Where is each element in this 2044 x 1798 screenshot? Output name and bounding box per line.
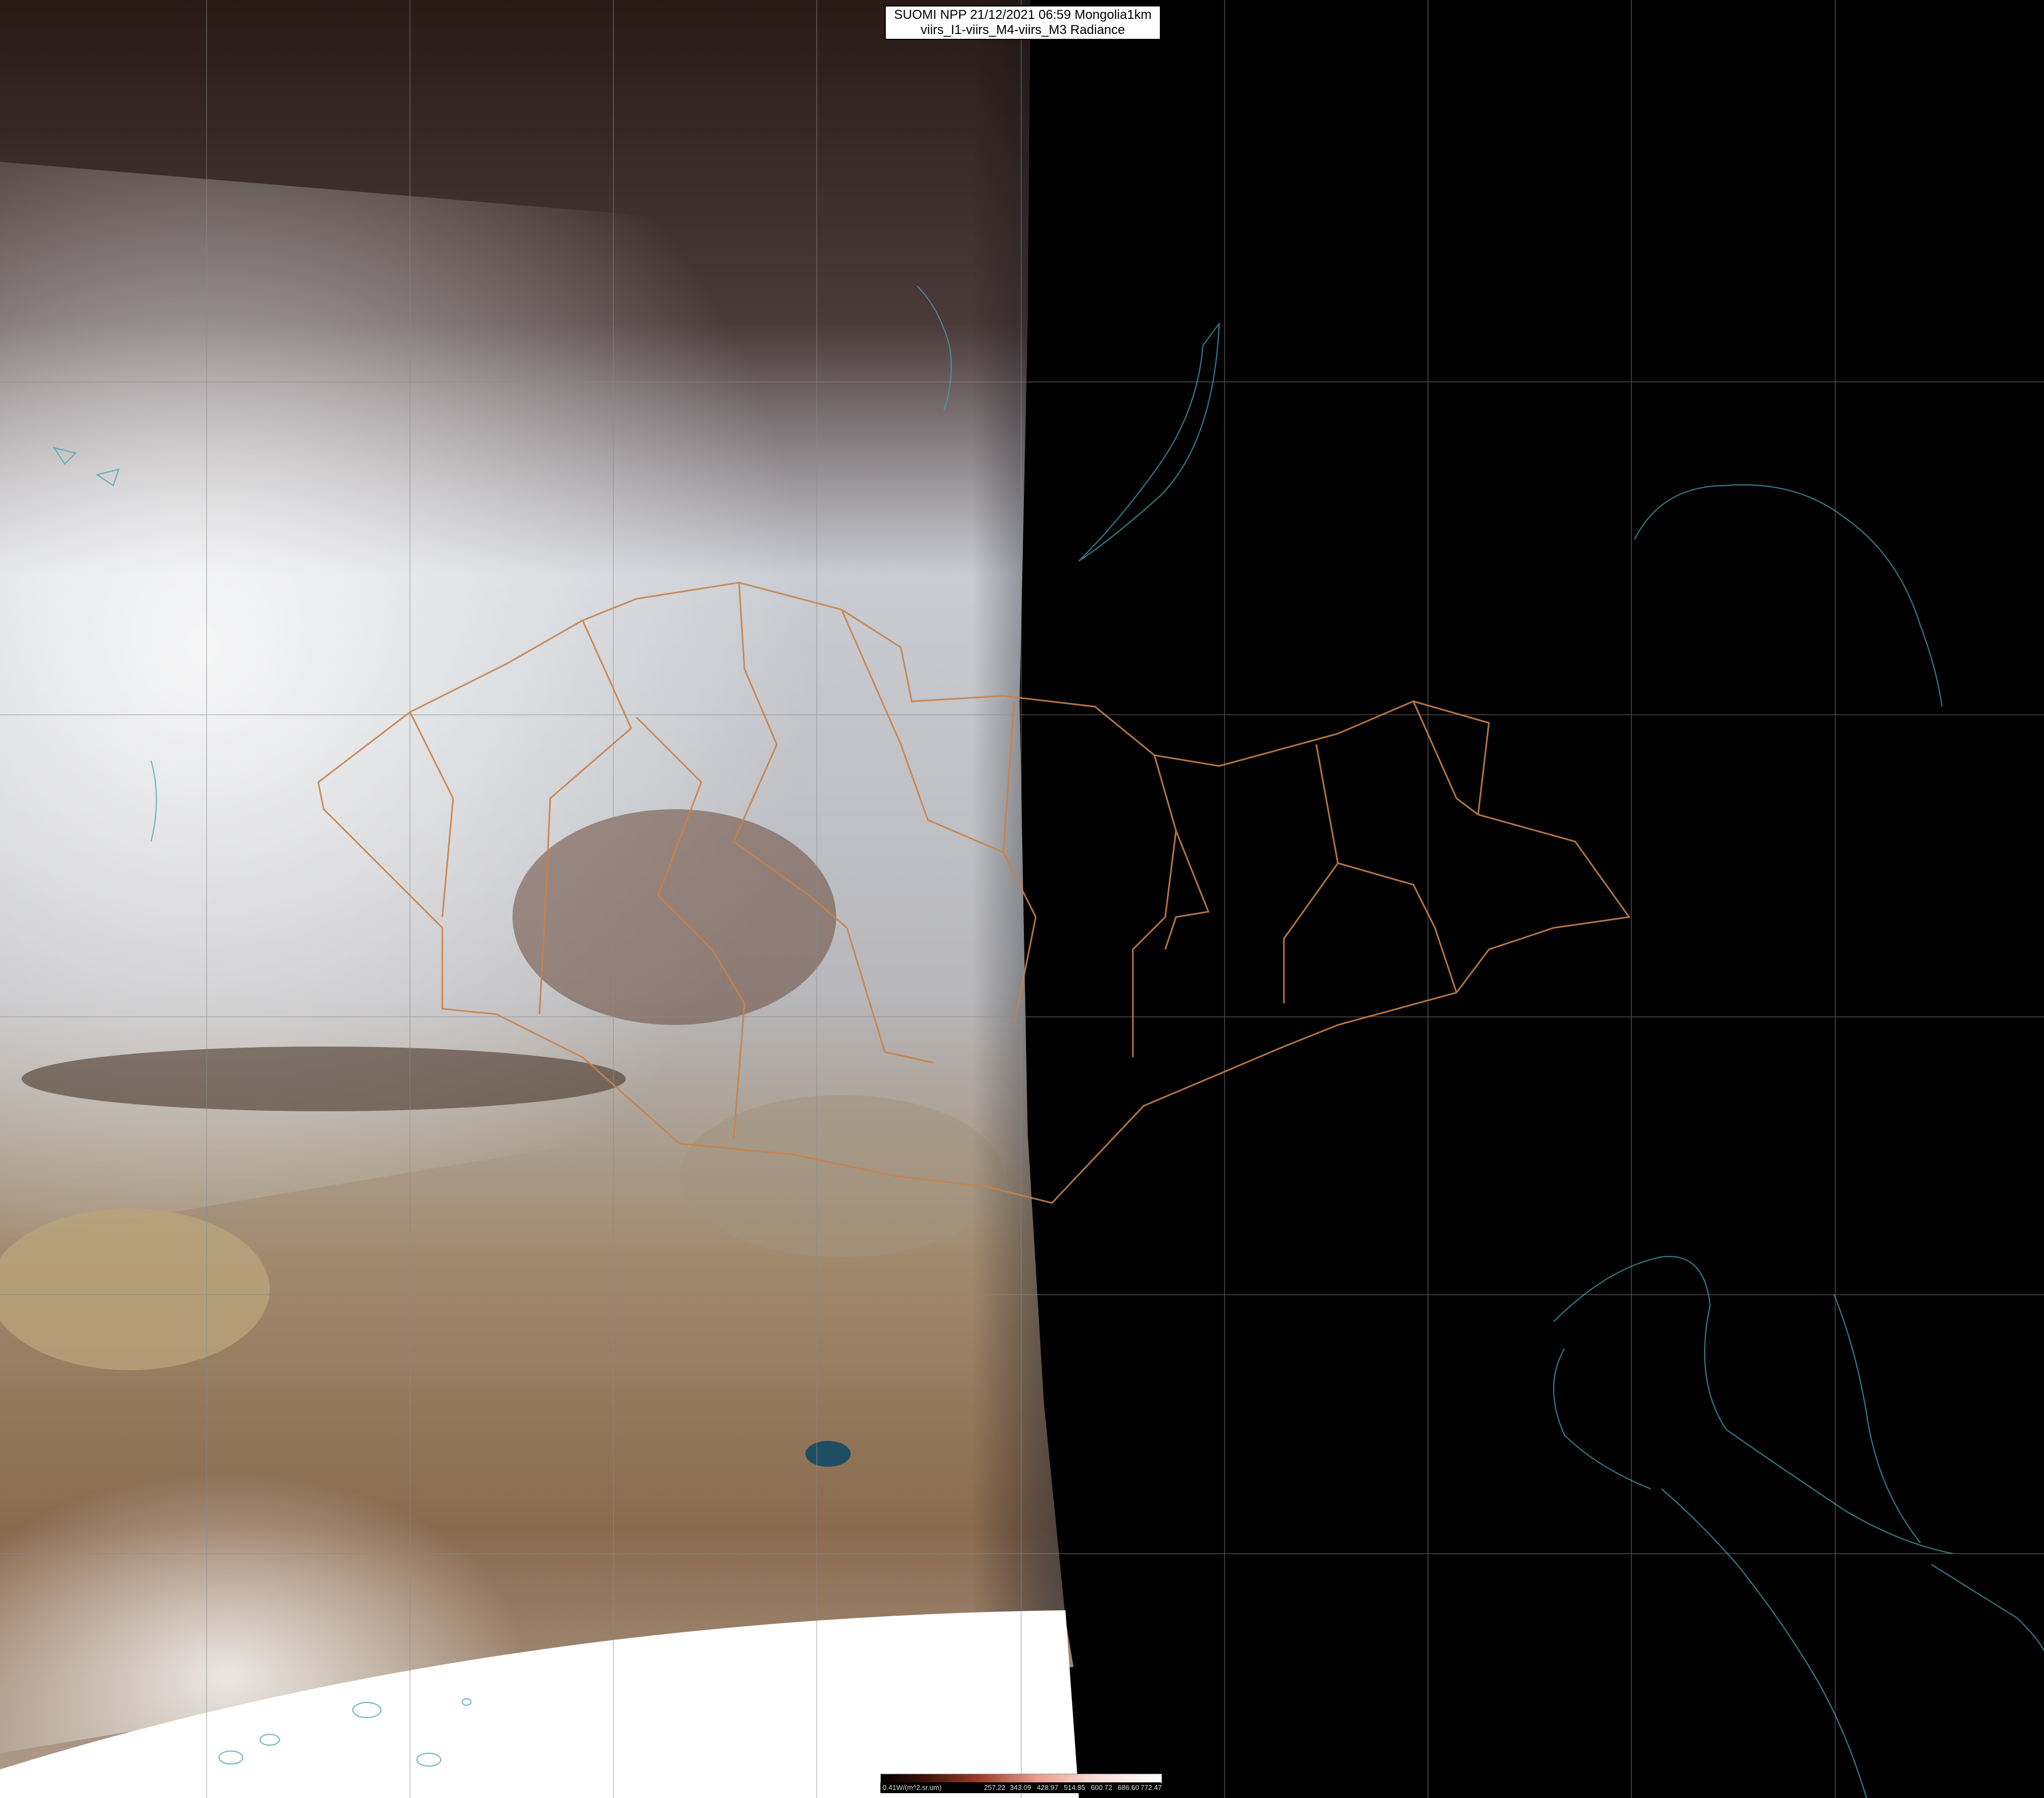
colorbar-label-2: 343.09	[1010, 1783, 1031, 1792]
desert-tarim	[0, 1208, 270, 1370]
colorbar-label-5: 600.72	[1091, 1783, 1112, 1792]
colorbar-label-1: 257.22	[984, 1783, 1006, 1792]
colorbar-label-4: 514.85	[1064, 1783, 1085, 1792]
title-line-1: SUOMI NPP 21/12/2021 06:59 Mongolia1km	[894, 8, 1152, 22]
colorbar-label-6: 686.60	[1118, 1783, 1139, 1792]
colorbar-label-3: 428.97	[1037, 1783, 1058, 1792]
colorbar: 0.41W/(m^2.sr.um) 257.22 343.09 428.97 5…	[880, 1774, 1162, 1795]
terrain-dark-band	[22, 1047, 626, 1111]
day-edge-shade	[755, 0, 1065, 1618]
title-box: SUOMI NPP 21/12/2021 06:59 Mongolia1km v…	[885, 5, 1161, 40]
satellite-map	[0, 0, 2044, 1798]
title-line-2: viirs_I1-viirs_M4-viirs_M3 Radiance	[920, 23, 1125, 37]
colorbar-label-0: 0.41W/(m^2.sr.um)	[883, 1783, 942, 1792]
colorbar-labels: 0.41W/(m^2.sr.um) 257.22 343.09 428.97 5…	[880, 1782, 1162, 1793]
colorbar-label-7: 772.47	[1140, 1783, 1162, 1792]
